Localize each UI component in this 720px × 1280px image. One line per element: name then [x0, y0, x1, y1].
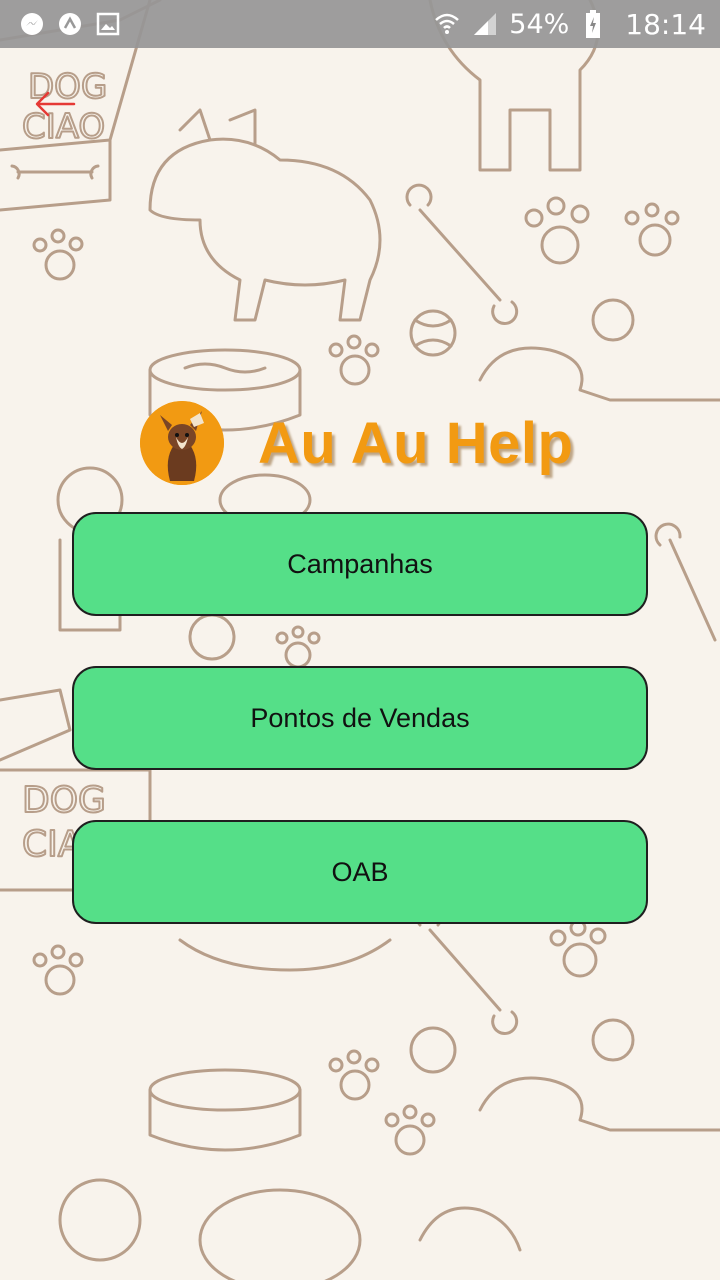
back-button[interactable] — [30, 84, 80, 124]
arrow-left-icon — [35, 91, 76, 117]
brand-header: Au Au Help — [140, 398, 600, 488]
main-menu: Campanhas Pontos de Vendas OAB — [72, 512, 648, 974]
status-bar-left — [18, 10, 122, 38]
dog-logo — [140, 401, 224, 485]
campanhas-button[interactable]: Campanhas — [72, 512, 648, 616]
signal-icon — [471, 10, 499, 38]
battery-percentage: 54% — [509, 8, 570, 40]
messenger-icon — [18, 10, 46, 38]
wifi-icon — [433, 10, 461, 38]
app-title: Au Au Help — [258, 410, 574, 476]
clock: 18:14 — [625, 7, 706, 41]
status-bar: 54% 18:14 — [0, 0, 720, 48]
gallery-icon — [94, 10, 122, 38]
pontos-de-vendas-button[interactable]: Pontos de Vendas — [72, 666, 648, 770]
battery-charging-icon — [579, 10, 607, 38]
oab-button[interactable]: OAB — [72, 820, 648, 924]
notification-icon — [56, 10, 84, 38]
status-bar-right: 54% 18:14 — [433, 8, 706, 41]
